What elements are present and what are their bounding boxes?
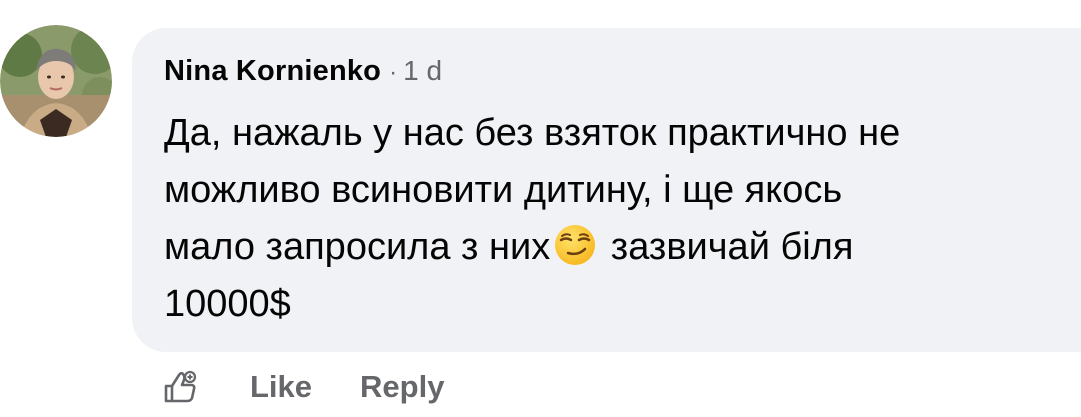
comment-line: мало запросила з них зазвичай біля — [164, 219, 1064, 276]
timestamp[interactable]: 1 d — [403, 55, 442, 87]
like-button[interactable]: Like — [250, 369, 312, 405]
reply-button[interactable]: Reply — [360, 369, 444, 405]
comment-actions: Like Reply — [160, 360, 444, 414]
react-thumb-icon[interactable] — [160, 367, 200, 407]
comment-line: Да, нажаль у нас без взяток практично не — [164, 112, 901, 154]
author-name[interactable]: Nina Kornienko — [164, 55, 381, 88]
comment-bubble: Nina Kornienko · 1 d Да, нажаль у нас бе… — [132, 28, 1081, 352]
comment-line: 10000$ — [164, 283, 291, 325]
separator-dot: · — [389, 59, 398, 86]
smirking-face-icon — [555, 225, 596, 265]
comment-line: можливо всиновити дитину, і ще якось — [164, 169, 843, 211]
comment-text: Да, нажаль у нас без взяток практично не… — [164, 105, 1064, 333]
avatar[interactable] — [0, 25, 112, 137]
comment-header: Nina Kornienko · 1 d — [164, 55, 442, 91]
comment-line-segment: зазвичай біля — [610, 226, 854, 268]
comment-line-segment: мало запросила з них — [164, 226, 551, 268]
comment: Nina Kornienko · 1 d Да, нажаль у нас бе… — [0, 0, 1081, 417]
